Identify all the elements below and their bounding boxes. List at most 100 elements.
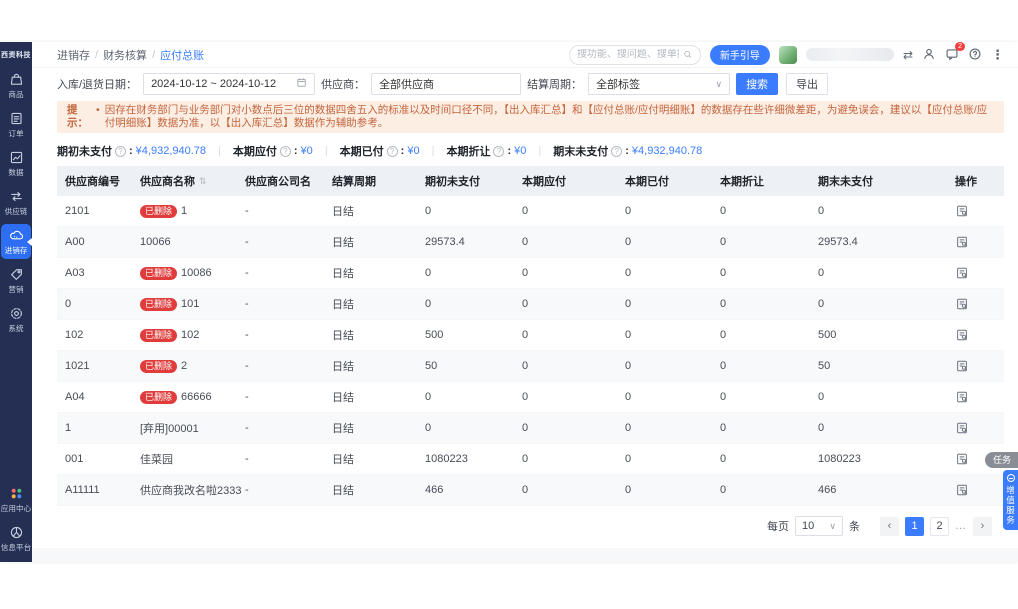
help-circle-icon[interactable]: ? xyxy=(279,145,291,157)
detail-icon[interactable] xyxy=(955,204,969,218)
summary-colon: : xyxy=(507,145,512,157)
cell-paid: 0 xyxy=(625,298,632,310)
table-row[interactable]: A03 已删除 10086 - 日结 0 0 0 0 0 xyxy=(57,258,1004,289)
table-row[interactable]: 1021 已删除 2 - 日结 50 0 0 0 50 xyxy=(57,351,1004,382)
cell-discount: 0 xyxy=(720,360,727,372)
message-icon[interactable]: 2 xyxy=(945,41,965,63)
cell-closing-unpaid: 0 xyxy=(818,422,825,434)
summary-value: ¥0 xyxy=(300,145,313,157)
help-circle-icon[interactable]: ? xyxy=(493,145,505,157)
cell-company-name: - xyxy=(245,267,249,279)
detail-icon[interactable] xyxy=(955,297,969,311)
cell-period: 日结 xyxy=(332,485,354,497)
table-row[interactable]: 2101 已删除 1 - 日结 0 0 0 0 0 xyxy=(57,196,1004,227)
help-icon[interactable] xyxy=(968,47,982,63)
sidebar-item-goods[interactable]: 商品 xyxy=(1,68,31,103)
sidebar-item-orders[interactable]: 订单 xyxy=(1,107,31,142)
sidebar-item-supply-chain[interactable]: 供应链 xyxy=(1,185,31,220)
cell-company-name: - xyxy=(245,391,249,403)
export-button[interactable]: 导出 xyxy=(786,73,829,95)
more-menu-icon[interactable]: ⋮ xyxy=(991,48,1004,61)
detail-icon[interactable] xyxy=(955,421,969,435)
cell-actions xyxy=(955,359,1004,373)
payable-table: 供应商编号⇅ 供应商名称⇅ 供应商公司名⇅ 结算周期⇅ 期初未支付⇅ 本期应付⇅… xyxy=(32,166,1018,506)
sidebar-item-inventory[interactable]: 进销存 xyxy=(1,224,32,259)
cell-closing-unpaid: 466 xyxy=(818,484,837,496)
contact-admin-icon[interactable] xyxy=(922,47,936,63)
newbie-guide-button[interactable]: 新手引导 xyxy=(709,44,770,65)
top-bar: 进销存 / 财务核算 / 应付总账 新手引导 ⇄ xyxy=(32,41,1018,68)
help-circle-icon[interactable]: ? xyxy=(115,145,126,157)
sidebar-item-app-center[interactable]: 应用中心 xyxy=(1,482,31,517)
table-row[interactable]: 102 已删除 102 - 日结 500 0 0 0 500 xyxy=(57,320,1004,351)
detail-icon[interactable] xyxy=(955,390,969,404)
column-header[interactable]: 操作⇅ xyxy=(955,173,1004,189)
column-header[interactable]: 期末未支付⇅ xyxy=(818,173,955,189)
supplier-input[interactable]: 全部供应商 xyxy=(371,73,522,95)
sidebar-item-data[interactable]: 数据 xyxy=(1,146,31,181)
detail-icon[interactable] xyxy=(955,483,969,497)
summary-bar: 期初未支付 ? : ¥4,932,940.78 | 本期应付 ? : ¥0 | … xyxy=(32,136,1018,166)
detail-icon[interactable] xyxy=(955,235,969,249)
help-circle-icon[interactable]: ? xyxy=(611,145,623,157)
sidebar-item-system[interactable]: 系统 xyxy=(1,302,31,337)
cell-supplier-name: 已删除 101 xyxy=(140,297,245,311)
column-header[interactable]: 期初未支付⇅ xyxy=(425,173,522,189)
cell-opening-unpaid: 466 xyxy=(425,484,444,496)
cell-closing-unpaid: 500 xyxy=(818,329,837,341)
swap-account-icon[interactable]: ⇄ xyxy=(903,49,913,61)
breadcrumb-inventory[interactable]: 进销存 xyxy=(57,47,90,63)
avatar[interactable] xyxy=(778,45,797,64)
sidebar-item-marketing[interactable]: 营销 xyxy=(1,263,31,298)
date-filter-label: 入库/退货日期： xyxy=(57,79,138,91)
deleted-badge: 已删除 xyxy=(140,204,178,218)
table-row[interactable]: A04 已删除 66666 - 日结 0 0 0 0 0 xyxy=(57,382,1004,413)
column-header[interactable]: 本期应付⇅ xyxy=(522,173,625,189)
summary-divider: | xyxy=(538,145,542,157)
cell-supplier-name: 已删除 2 xyxy=(140,359,245,373)
deleted-badge: 已删除 xyxy=(140,297,178,311)
breadcrumb-separator: / xyxy=(152,48,156,61)
detail-icon[interactable] xyxy=(955,328,969,342)
global-search-input[interactable] xyxy=(576,49,680,60)
date-range-input[interactable]: 2024-10-12 ~ 2024-10-12 xyxy=(143,73,316,95)
column-header[interactable]: 供应商公司名⇅ xyxy=(245,173,332,189)
sidebar-item-info-platform[interactable]: 信息平台 xyxy=(1,521,31,556)
table-row[interactable]: A00 已删除10066 - 日结 29573.4 0 0 0 29573.4 xyxy=(57,227,1004,258)
column-header[interactable]: 供应商编号⇅ xyxy=(57,173,140,189)
breadcrumb-separator: / xyxy=(95,48,99,61)
prev-page-button[interactable]: ‹ xyxy=(880,516,899,536)
column-header[interactable]: 本期折让⇅ xyxy=(720,173,818,189)
table-row[interactable]: 001 已删除佳菜园 - 日结 1080223 0 0 0 1080223 xyxy=(57,444,1004,475)
value-added-service-tab[interactable]: 增值服务 xyxy=(1003,470,1018,530)
global-search[interactable] xyxy=(568,44,701,65)
sidebar-item-label: 营销 xyxy=(8,285,24,294)
cell-supplier-code: 1 xyxy=(65,422,72,434)
breadcrumb-finance[interactable]: 财务核算 xyxy=(103,47,147,63)
table-row[interactable]: 1 已删除[弃用]00001 - 日结 0 0 0 0 0 xyxy=(57,413,1004,444)
column-header[interactable]: 结算周期⇅ xyxy=(332,173,425,189)
cell-supplier-name: 已删除供应商我改名啦2333 xyxy=(140,485,242,497)
column-header[interactable]: 供应商名称 ⇅ xyxy=(140,173,245,189)
detail-icon[interactable] xyxy=(955,266,969,280)
period-select[interactable]: 全部标签 ∨ xyxy=(588,73,731,95)
pagination: 每页 10 ∨ 条 ‹ 1 2 … › xyxy=(32,506,1018,536)
deleted-badge: 已删除 xyxy=(140,328,178,342)
page-number-button[interactable]: 2 xyxy=(930,516,949,536)
search-button[interactable]: 搜索 xyxy=(736,73,779,95)
column-header[interactable]: 本期已付⇅ xyxy=(625,173,720,189)
table-row[interactable]: 0 已删除 101 - 日结 0 0 0 0 0 xyxy=(57,289,1004,320)
app-center-icon xyxy=(11,488,21,499)
page-number-button[interactable]: 1 xyxy=(905,516,924,536)
table-row[interactable]: A11111 已删除供应商我改名啦2333 - 日结 466 0 0 0 466 xyxy=(57,475,1004,506)
breadcrumb-payable-ledger[interactable]: 应付总账 xyxy=(160,47,204,63)
per-page-select[interactable]: 10 ∨ xyxy=(795,516,843,536)
cell-paid: 0 xyxy=(625,236,632,248)
detail-icon[interactable] xyxy=(955,452,969,466)
detail-icon[interactable] xyxy=(955,359,969,373)
sort-icon[interactable]: ⇅ xyxy=(199,176,207,187)
next-page-button[interactable]: › xyxy=(973,516,992,536)
help-circle-icon[interactable]: ? xyxy=(386,145,398,157)
task-float-button[interactable]: 任务 xyxy=(984,452,1018,468)
summary-item: 本期折让 ? : ¥0 | xyxy=(446,143,553,159)
